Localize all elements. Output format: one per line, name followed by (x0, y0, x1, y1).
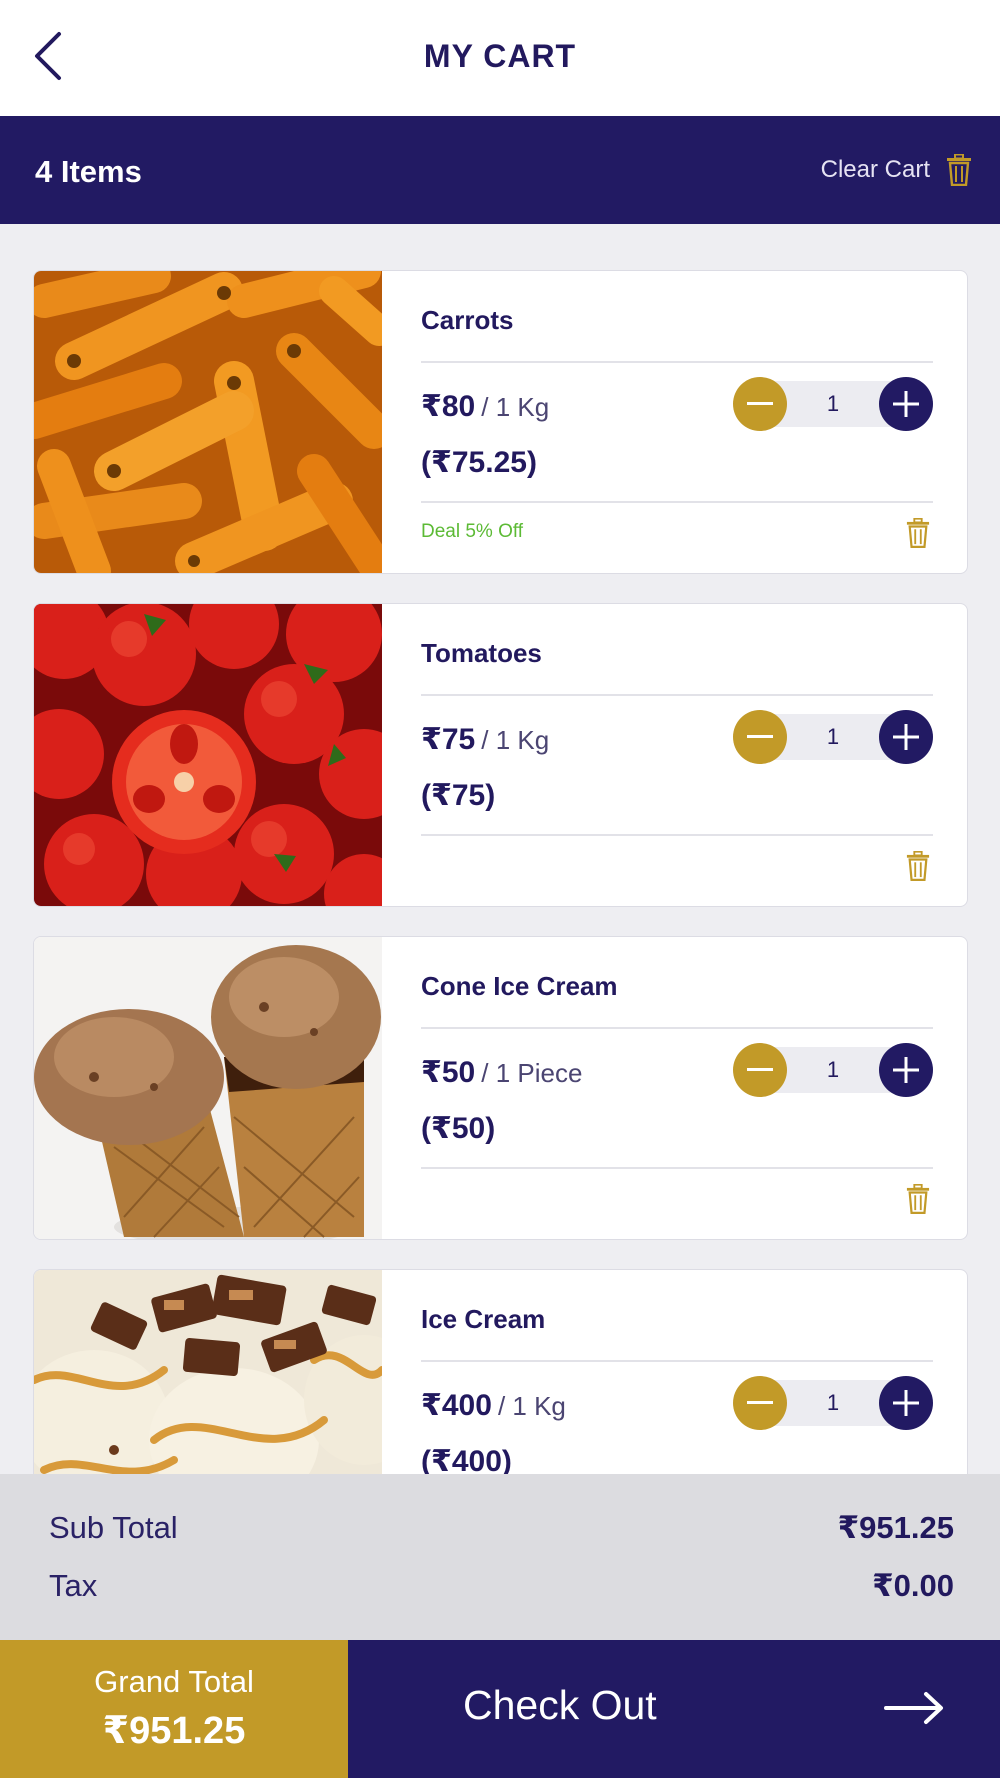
page-title: MY CART (423, 38, 577, 74)
divider (421, 1360, 933, 1362)
product-name: Tomatoes (421, 638, 542, 668)
decrease-button[interactable] (733, 1376, 787, 1430)
cart-item-body: Cone Ice Cream ₹50/ 1 Piece (₹50) 1 (382, 937, 967, 1239)
clear-cart-button[interactable]: Clear Cart (821, 154, 972, 186)
minus-icon (747, 1068, 773, 1071)
cart-list: Carrots ₹80/ 1 Kg (₹75.25) 1 Deal 5% Off (0, 224, 1000, 1474)
effective-price: (₹400) (421, 1445, 512, 1474)
plus-icon (893, 1390, 919, 1416)
divider (421, 1027, 933, 1029)
decrease-button[interactable] (733, 1043, 787, 1097)
price-line: ₹75/ 1 Kg (421, 722, 549, 757)
increase-button[interactable] (879, 1043, 933, 1097)
product-image-carrots (34, 271, 382, 573)
increase-button[interactable] (879, 1376, 933, 1430)
top-header: MY CART (0, 0, 1000, 116)
product-price: ₹75 (421, 723, 476, 756)
product-name: Ice Cream (421, 1304, 546, 1334)
tax-label: Tax (49, 1568, 98, 1603)
product-image-tomatoes (34, 604, 382, 906)
product-price: ₹50 (421, 1056, 476, 1089)
checkout-label: Check Out (463, 1682, 657, 1728)
quantity-value: 1 (826, 1390, 840, 1415)
effective-price: (₹75.25) (421, 446, 537, 479)
trash-icon (906, 1184, 930, 1214)
trash-icon (947, 154, 971, 186)
cart-item-body: Ice Cream ₹400/ 1 Kg (₹400) 1 (382, 1270, 967, 1474)
delete-item-button[interactable] (903, 848, 933, 884)
grand-total-label: Grand Total (94, 1664, 254, 1699)
quantity-stepper: 1 (733, 377, 933, 431)
checkout-button[interactable]: Check Out (348, 1640, 1000, 1778)
divider (421, 1167, 933, 1169)
cart-item-body: Carrots ₹80/ 1 Kg (₹75.25) 1 Deal 5% Off (382, 271, 967, 573)
increase-button[interactable] (879, 710, 933, 764)
cart-item-body: Tomatoes ₹75/ 1 Kg (₹75) 1 (382, 604, 967, 906)
quantity-value: 1 (826, 724, 840, 749)
grand-total-panel: Grand Total ₹951.25 (0, 1640, 348, 1778)
product-unit: / 1 Kg (481, 392, 550, 422)
effective-price: (₹50) (421, 1112, 496, 1145)
quantity-stepper: 1 (733, 710, 933, 764)
tax-value: ₹0.00 (872, 1568, 954, 1603)
cart-item-cone-ice-cream: Cone Ice Cream ₹50/ 1 Piece (₹50) 1 (33, 936, 968, 1240)
subtotal-label: Sub Total (49, 1510, 178, 1545)
divider (421, 694, 933, 696)
minus-icon (747, 735, 773, 738)
trash-icon (906, 851, 930, 881)
product-image-cone-ice-cream (34, 937, 382, 1239)
product-price: ₹400 (421, 1389, 492, 1422)
quantity-stepper: 1 (733, 1376, 933, 1430)
product-name: Carrots (421, 305, 514, 335)
effective-price: (₹75) (421, 779, 496, 812)
decrease-button[interactable] (733, 377, 787, 431)
product-unit: / 1 Piece (481, 1058, 583, 1088)
plus-icon (893, 391, 919, 417)
totals-panel: Sub Total ₹951.25 Tax ₹0.00 (0, 1474, 1000, 1640)
product-unit: / 1 Kg (497, 1391, 566, 1421)
subtotal-value: ₹951.25 (837, 1510, 954, 1545)
cart-item-carrots: Carrots ₹80/ 1 Kg (₹75.25) 1 Deal 5% Off (33, 270, 968, 574)
quantity-value: 1 (826, 391, 840, 416)
divider (421, 834, 933, 836)
delete-item-button[interactable] (903, 1181, 933, 1217)
deal-label: Deal 5% Off (421, 521, 524, 542)
plus-icon (893, 724, 919, 750)
product-price: ₹80 (421, 390, 476, 423)
product-unit: / 1 Kg (481, 725, 550, 755)
plus-icon (893, 1057, 919, 1083)
cart-item-tomatoes: Tomatoes ₹75/ 1 Kg (₹75) 1 (33, 603, 968, 907)
product-name: Cone Ice Cream (421, 971, 618, 1001)
grand-total-value: ₹951.25 (102, 1710, 246, 1752)
decrease-button[interactable] (733, 710, 787, 764)
product-image-ice-cream (34, 1270, 382, 1474)
items-count: 4 Items (35, 154, 142, 189)
delete-item-button[interactable] (903, 515, 933, 551)
cart-item-ice-cream: Ice Cream ₹400/ 1 Kg (₹400) 1 (33, 1269, 968, 1474)
trash-icon (906, 518, 930, 548)
quantity-stepper: 1 (733, 1043, 933, 1097)
divider (421, 501, 933, 503)
price-line: ₹400/ 1 Kg (421, 1388, 566, 1423)
increase-button[interactable] (879, 377, 933, 431)
divider (421, 361, 933, 363)
minus-icon (747, 1401, 773, 1404)
quantity-value: 1 (826, 1057, 840, 1082)
minus-icon (747, 402, 773, 405)
items-bar: 4 Items Clear Cart (0, 116, 1000, 224)
clear-cart-label: Clear Cart (820, 156, 930, 183)
price-line: ₹50/ 1 Piece (421, 1055, 582, 1090)
price-line: ₹80/ 1 Kg (421, 389, 549, 424)
arrow-right-icon (884, 1692, 943, 1724)
